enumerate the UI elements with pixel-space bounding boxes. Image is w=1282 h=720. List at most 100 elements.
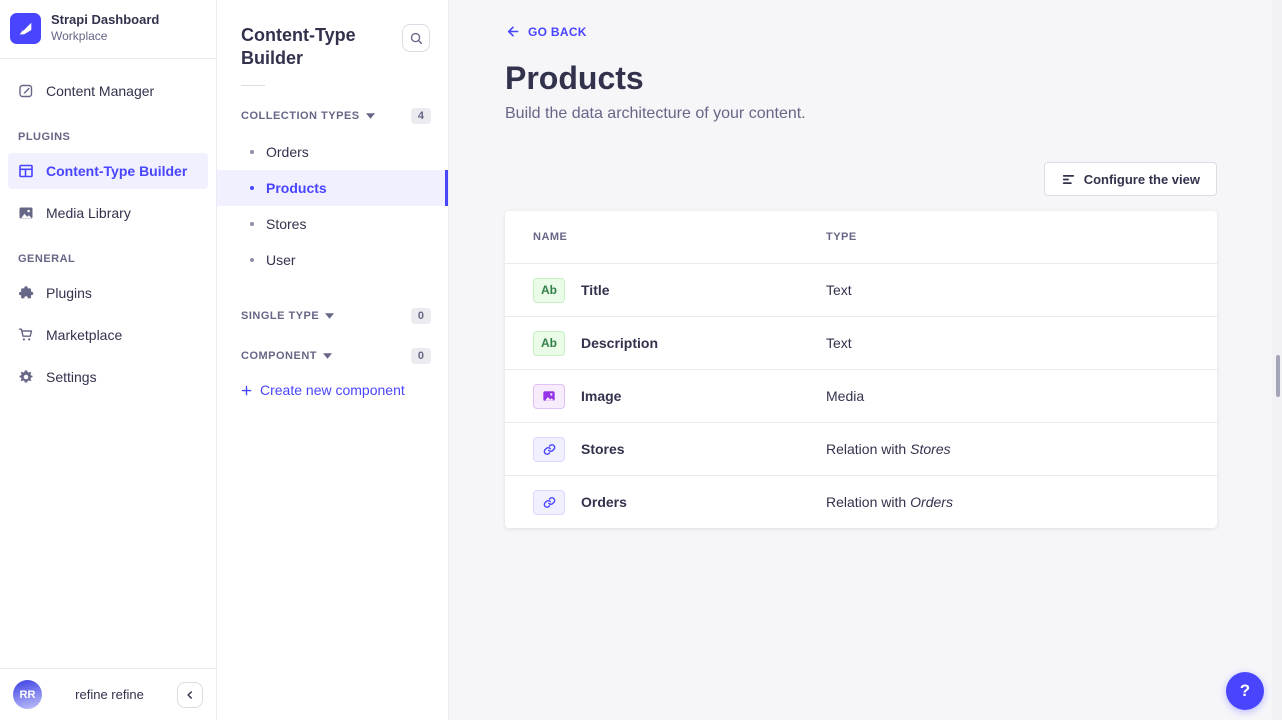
question-mark-icon: ?: [1240, 681, 1250, 701]
strapi-app: Strapi Dashboard Workplace Content Manag…: [0, 0, 1282, 720]
group-label-text: Collection Types: [241, 110, 360, 122]
field-type-target: Orders: [910, 494, 953, 510]
plus-icon: [241, 385, 252, 396]
workspace-title: Strapi Dashboard: [51, 12, 159, 29]
bullet-icon: [250, 258, 254, 262]
column-header-type: TYPE: [826, 231, 1217, 243]
collapse-sidebar-button[interactable]: [177, 682, 203, 708]
go-back-link[interactable]: GO BACK: [505, 24, 587, 39]
scrollbar-track[interactable]: [1272, 0, 1282, 720]
collection-types-count: 4: [411, 108, 431, 124]
column-header-name: NAME: [533, 231, 826, 243]
collection-type-stores[interactable]: Stores: [217, 206, 448, 242]
component-toggle[interactable]: Component: [241, 350, 332, 362]
single-type-count: 0: [411, 308, 431, 324]
create-new-component-link[interactable]: Create new component: [241, 382, 448, 398]
page-subtitle: Build the data architecture of your cont…: [505, 105, 1217, 123]
strapi-logo-icon: [10, 13, 41, 44]
field-name: Title: [581, 282, 610, 298]
workspace-subtitle: Workplace: [51, 29, 159, 45]
sidebar-item-content-manager[interactable]: Content Manager: [8, 73, 208, 109]
media-field-icon: [533, 384, 565, 409]
puzzle-icon: [18, 285, 34, 301]
create-new-component-label: Create new component: [260, 382, 405, 398]
search-button[interactable]: [402, 24, 430, 52]
sidebar-item-label: Media Library: [46, 205, 131, 221]
text-field-icon: Ab: [533, 278, 565, 303]
table-row-stores[interactable]: Stores Relation withStores: [505, 422, 1217, 475]
sidebar-footer: RR refine refine: [0, 668, 216, 720]
sidebar-nav: Content Manager Plugins Content-Type Bui…: [0, 59, 216, 668]
sidebar-item-plugins[interactable]: Plugins: [8, 275, 208, 311]
sidebar-section-plugins: Plugins: [0, 131, 216, 143]
collection-type-products[interactable]: Products: [217, 170, 448, 206]
collection-type-orders[interactable]: Orders: [217, 134, 448, 170]
field-type: Text: [826, 282, 1217, 298]
layout-icon: [18, 163, 34, 179]
table-row-image[interactable]: Image Media: [505, 369, 1217, 422]
sidebar-item-label: Content-Type Builder: [46, 163, 187, 179]
chevron-down-icon: [366, 113, 375, 119]
sidebar-item-label: Marketplace: [46, 327, 122, 343]
field-name: Image: [581, 388, 621, 404]
user-name: refine refine: [56, 687, 163, 702]
relation-field-icon: [533, 437, 565, 462]
component-count: 0: [411, 348, 431, 364]
configure-view-label: Configure the view: [1084, 172, 1200, 187]
pen-icon: [18, 83, 34, 99]
bullet-icon: [250, 150, 254, 154]
workspace-brand[interactable]: Strapi Dashboard Workplace: [0, 0, 216, 59]
sidebar-section-general: General: [0, 253, 216, 265]
group-label-text: Component: [241, 350, 317, 362]
field-type: Relation withStores: [826, 441, 1217, 457]
table-row-title[interactable]: Ab Title Text: [505, 263, 1217, 316]
sidebar-item-label: Settings: [46, 369, 97, 385]
sidebar-item-content-type-builder[interactable]: Content-Type Builder: [8, 153, 208, 189]
field-type: Relation withOrders: [826, 494, 1217, 510]
chevron-down-icon: [325, 313, 334, 319]
configure-view-button[interactable]: Configure the view: [1044, 162, 1217, 196]
sidebar-item-media-library[interactable]: Media Library: [8, 195, 208, 231]
table-header: NAME TYPE: [505, 211, 1217, 263]
collection-type-label: Products: [266, 180, 327, 196]
sidebar-item-label: Content Manager: [46, 83, 154, 99]
scrollbar-thumb[interactable]: [1276, 355, 1280, 397]
image-icon: [18, 205, 34, 221]
field-name: Stores: [581, 441, 625, 457]
collection-type-label: Stores: [266, 216, 306, 232]
group-label-text: Single Type: [241, 310, 319, 322]
sidebar-item-label: Plugins: [46, 285, 92, 301]
field-type-text: Relation with: [826, 441, 906, 457]
fields-table: NAME TYPE Ab Title Text Ab Description T: [505, 211, 1217, 528]
arrow-left-icon: [505, 24, 520, 39]
panel-title: Content-Type Builder: [241, 24, 381, 69]
cart-icon: [18, 327, 34, 343]
collection-type-label: User: [266, 252, 296, 268]
user-avatar[interactable]: RR: [13, 680, 42, 709]
single-type-toggle[interactable]: Single Type: [241, 310, 334, 322]
relation-field-icon: [533, 490, 565, 515]
chevron-left-icon: [183, 688, 197, 702]
table-row-orders[interactable]: Orders Relation withOrders: [505, 475, 1217, 528]
main-content: GO BACK Products Build the data architec…: [449, 0, 1282, 720]
field-name: Orders: [581, 494, 627, 510]
collection-type-user[interactable]: User: [217, 242, 448, 278]
field-type-text: Relation with: [826, 494, 906, 510]
field-type: Media: [826, 388, 1217, 404]
collection-types-toggle[interactable]: Collection Types: [241, 110, 375, 122]
go-back-label: GO BACK: [528, 25, 587, 39]
collection-types-list: Orders Products Stores User: [217, 134, 448, 278]
divider: [241, 85, 265, 86]
help-button[interactable]: ?: [1226, 672, 1264, 710]
main-sidebar: Strapi Dashboard Workplace Content Manag…: [0, 0, 217, 720]
table-row-description[interactable]: Ab Description Text: [505, 316, 1217, 369]
sidebar-item-settings[interactable]: Settings: [8, 359, 208, 395]
sidebar-item-marketplace[interactable]: Marketplace: [8, 317, 208, 353]
filter-lines-icon: [1061, 172, 1076, 187]
field-name: Description: [581, 335, 658, 351]
collection-type-label: Orders: [266, 144, 309, 160]
chevron-down-icon: [323, 353, 332, 359]
search-icon: [409, 31, 424, 46]
content-type-builder-panel: Content-Type Builder Collection Types 4 …: [217, 0, 449, 720]
page-title: Products: [505, 60, 1217, 97]
